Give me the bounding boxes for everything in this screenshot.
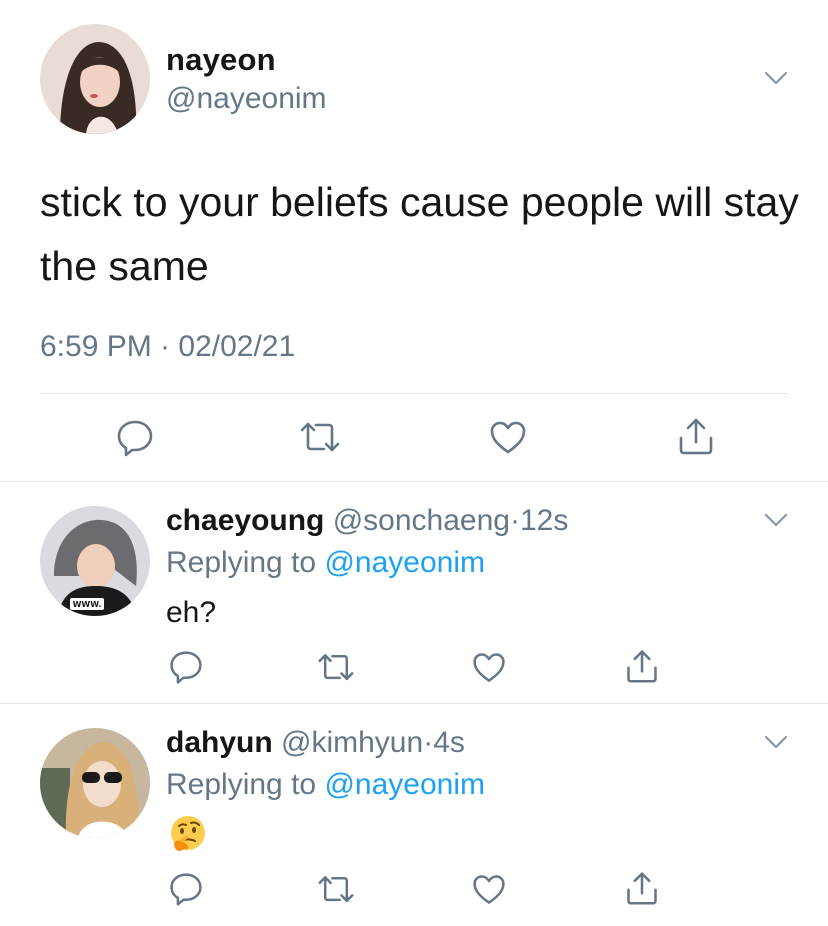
like-icon[interactable] — [471, 650, 507, 686]
tweet-timestamp: 6:59 PM · 02/02/21 — [40, 330, 296, 363]
user-handle[interactable]: @sonchaeng — [333, 504, 510, 537]
retweet-icon[interactable] — [298, 418, 342, 458]
tweet-text: eh? — [166, 596, 217, 629]
separator: · — [423, 726, 434, 759]
reply-icon[interactable] — [168, 649, 204, 685]
chevron-down-icon[interactable] — [764, 512, 788, 528]
user-handle[interactable]: @kimhyun — [281, 726, 423, 759]
tweet-text: stick to your beliefs cause people will … — [40, 179, 799, 289]
svg-text:WWW.: WWW. — [73, 600, 102, 609]
display-name[interactable]: chaeyoung — [166, 504, 324, 537]
divider — [40, 393, 788, 394]
reply-header: chaeyoung @sonchaeng·12s — [166, 504, 568, 538]
like-icon[interactable] — [471, 872, 507, 908]
display-name[interactable]: dahyun — [166, 726, 273, 759]
reply-icon[interactable] — [168, 871, 204, 907]
replying-to: Replying to @nayeonim — [166, 546, 485, 580]
replying-to: Replying to @nayeonim — [166, 768, 485, 802]
mention-link[interactable]: @nayeonim — [324, 768, 485, 801]
avatar[interactable]: WWW. — [40, 506, 150, 616]
mention-link[interactable]: @nayeonim — [324, 546, 485, 579]
reply-header: dahyun @kimhyun·4s — [166, 726, 465, 760]
divider — [0, 703, 828, 704]
user-handle[interactable]: @nayeonim — [166, 82, 327, 116]
replying-to-label: Replying to — [166, 768, 325, 801]
time-ago: 4s — [433, 726, 465, 759]
replying-to-label: Replying to — [166, 546, 325, 579]
retweet-icon[interactable] — [316, 872, 356, 908]
divider — [0, 481, 828, 482]
display-name[interactable]: nayeon — [166, 42, 276, 78]
thinking-face-emoji — [168, 814, 208, 854]
share-icon[interactable] — [676, 416, 716, 456]
share-icon[interactable] — [624, 648, 660, 684]
share-icon[interactable] — [624, 870, 660, 906]
time-ago: 12s — [519, 504, 569, 537]
avatar[interactable] — [40, 24, 150, 134]
separator: · — [509, 504, 520, 537]
retweet-icon[interactable] — [316, 650, 356, 686]
chevron-down-icon[interactable] — [764, 734, 788, 750]
chevron-down-icon[interactable] — [764, 70, 788, 86]
reply-icon[interactable] — [115, 418, 155, 458]
avatar[interactable] — [40, 728, 150, 838]
like-icon[interactable] — [488, 418, 528, 458]
